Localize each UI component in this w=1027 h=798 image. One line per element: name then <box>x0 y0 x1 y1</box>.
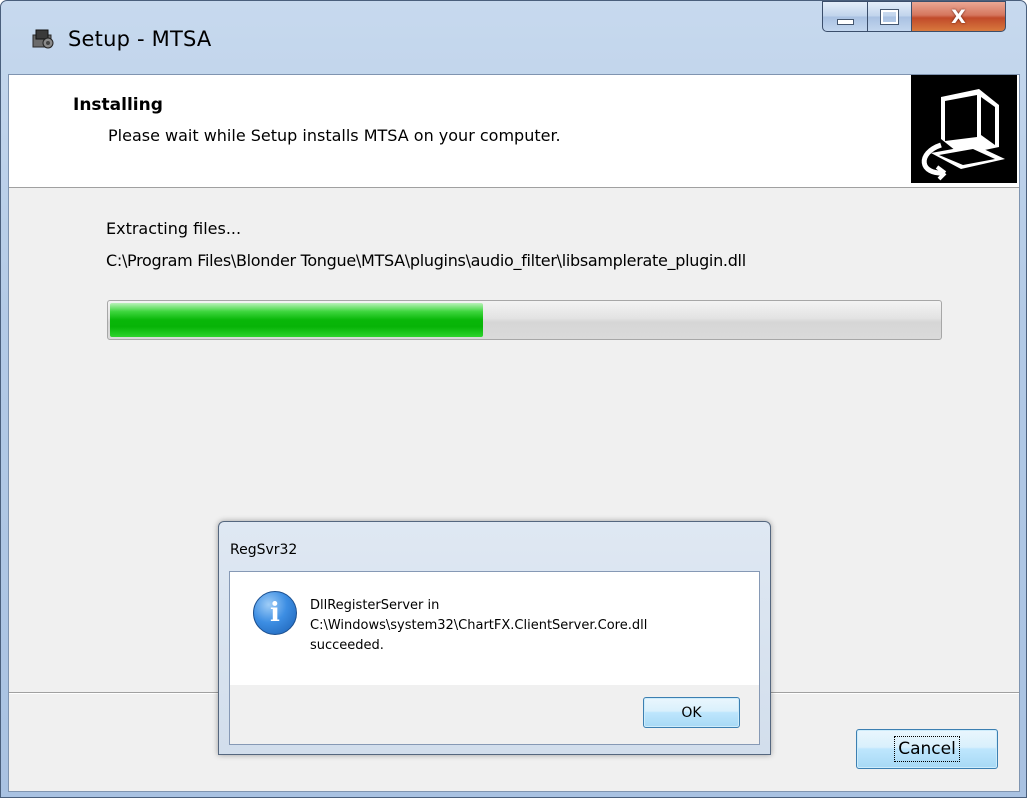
progress-fill <box>110 303 483 337</box>
current-file-path: C:\Program Files\Blonder Tongue\MTSA\plu… <box>106 251 746 270</box>
maximize-button[interactable] <box>867 1 912 32</box>
dialog-client-area: i DllRegisterServer in C:\Windows\system… <box>229 571 760 745</box>
status-text: Extracting files... <box>106 219 242 238</box>
regsvr32-dialog: RegSvr32 i DllRegisterServer in C:\Windo… <box>218 521 771 755</box>
dialog-message-line: C:\Windows\system32\ChartFX.ClientServer… <box>310 618 648 633</box>
computer-install-icon <box>911 75 1017 183</box>
close-icon: X <box>951 5 966 28</box>
minimize-icon <box>836 18 854 25</box>
page-subtitle: Please wait while Setup installs MTSA on… <box>108 126 561 145</box>
install-progress-bar <box>107 300 942 340</box>
window-title: Setup - MTSA <box>68 27 212 51</box>
info-icon: i <box>253 591 297 635</box>
ok-button[interactable]: OK <box>643 697 740 728</box>
dialog-message-area: i DllRegisterServer in C:\Windows\system… <box>230 572 759 685</box>
setup-app-icon <box>32 29 54 49</box>
dialog-message: DllRegisterServer in C:\Windows\system32… <box>310 596 750 656</box>
dialog-message-line: succeeded. <box>310 638 384 653</box>
wizard-header: Installing Please wait while Setup insta… <box>9 75 1019 188</box>
maximize-icon <box>880 8 899 25</box>
page-title: Installing <box>73 95 163 115</box>
close-button[interactable]: X <box>911 1 1006 32</box>
dialog-message-line: DllRegisterServer in <box>310 598 440 613</box>
cancel-button-label: Cancel <box>894 736 960 762</box>
title-bar[interactable]: Setup - MTSA X <box>1 1 1026 73</box>
cancel-button[interactable]: Cancel <box>856 729 998 769</box>
dialog-title: RegSvr32 <box>230 542 298 558</box>
minimize-button[interactable] <box>822 1 868 32</box>
